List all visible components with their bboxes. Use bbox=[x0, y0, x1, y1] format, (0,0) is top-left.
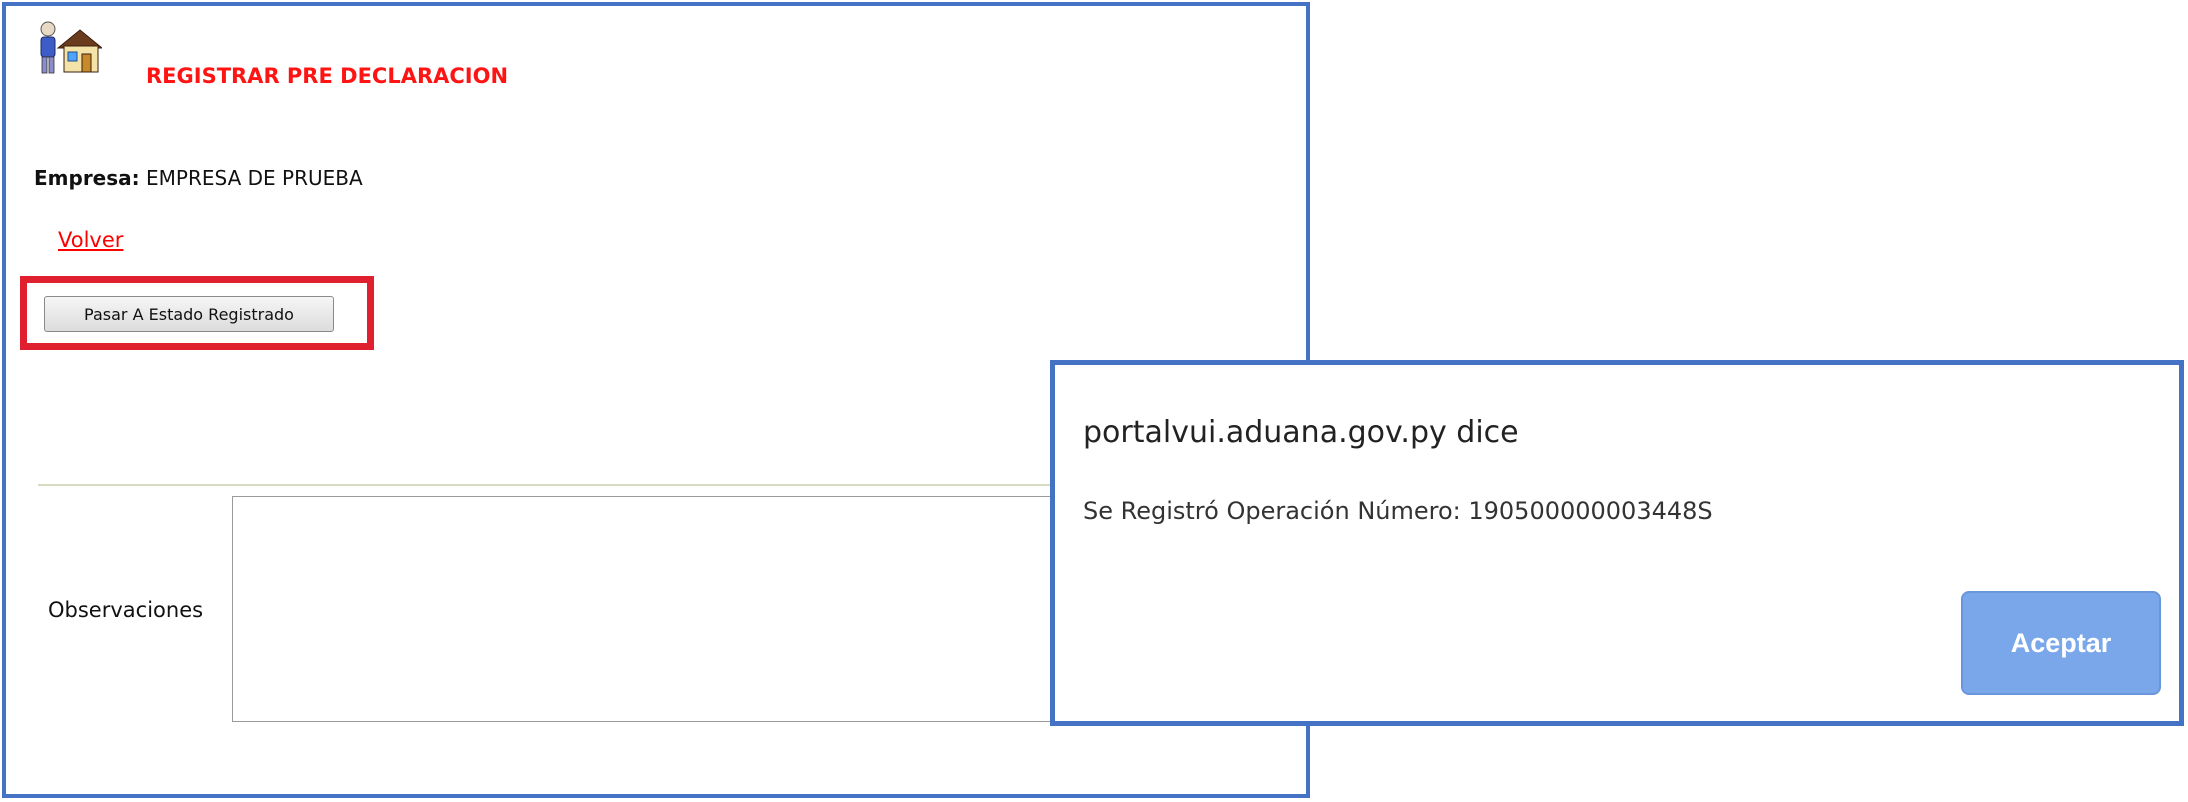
back-link[interactable]: Volver bbox=[54, 228, 127, 252]
company-info: Empresa: EMPRESA DE PRUEBA bbox=[34, 166, 363, 190]
register-state-button[interactable]: Pasar A Estado Registrado bbox=[44, 296, 334, 332]
observations-label: Observaciones bbox=[48, 598, 204, 622]
company-name: EMPRESA DE PRUEBA bbox=[146, 166, 363, 190]
company-label: Empresa: bbox=[34, 166, 140, 190]
dialog-message: Se Registró Operación Número: 1905000000… bbox=[1083, 497, 1713, 525]
accept-button[interactable]: Aceptar bbox=[1961, 591, 2161, 695]
alert-dialog: portalvui.aduana.gov.py dice Se Registró… bbox=[1050, 360, 2184, 726]
dialog-origin: portalvui.aduana.gov.py dice bbox=[1083, 415, 1519, 450]
page-title: REGISTRAR PRE DECLARACION bbox=[146, 64, 509, 88]
user-house-icon bbox=[40, 21, 102, 74]
